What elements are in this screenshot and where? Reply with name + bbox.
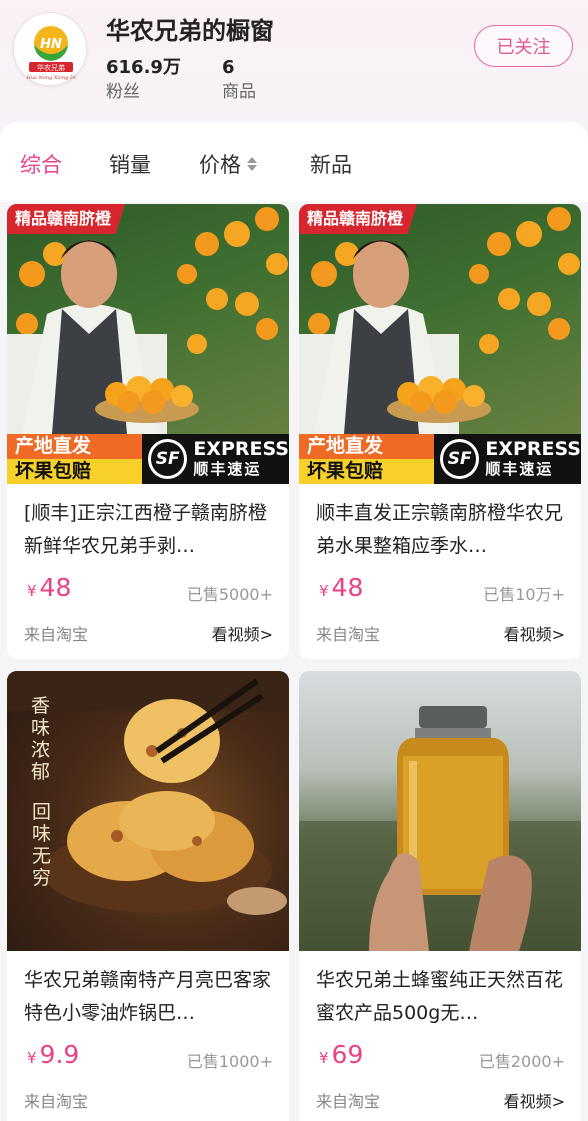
tab-sales-label: 销量 <box>109 153 151 177</box>
product-source: 来自淘宝 <box>316 1092 381 1111</box>
tab-price-label: 价格 <box>199 153 241 177</box>
origin-direct-label: 产地直发 <box>299 434 434 459</box>
sort-tabs: 综合 销量 价格 新品 <box>0 122 588 202</box>
product-image: 精品赣南脐橙 产地直发 坏果包赔 SF EXPRESS 顺丰速运 <box>7 204 289 484</box>
tab-price[interactable]: 价格 <box>199 149 257 179</box>
fans-label: 粉丝 <box>106 82 140 102</box>
sf-express-banner: SF EXPRESS 顺丰速运 <box>434 434 581 484</box>
follow-button[interactable]: 已关注 <box>474 25 573 67</box>
products-panel: 综合 销量 价格 新品 精品赣南脐橙 产地直发 坏果包赔 SF EXPRESS … <box>0 122 588 1121</box>
product-badge: 精品赣南脐橙 <box>299 204 418 234</box>
price-amount: 69 <box>331 1040 364 1069</box>
product-card[interactable]: 华农兄弟土蜂蜜纯正天然百花蜜农产品500g无… ¥69 已售2000+ 来自淘宝… <box>299 671 581 1121</box>
currency-symbol: ¥ <box>319 582 329 600</box>
watch-video-link[interactable]: 看视频> <box>212 621 273 645</box>
product-title: 华农兄弟土蜂蜜纯正天然百花蜜农产品500g无… <box>316 969 564 1024</box>
tab-comprehensive[interactable]: 综合 <box>20 149 62 179</box>
goods-stat: 6 商品 <box>222 57 256 105</box>
damage-refund-label: 坏果包赔 <box>7 459 142 484</box>
product-price: ¥9.9 <box>27 1040 79 1069</box>
product-card[interactable]: 香味浓郁 回味无穷 华农兄弟赣南特产月亮巴客家特色小零油炸锅巴… ¥9.9 已售… <box>7 671 289 1121</box>
hnxd-logo-icon: HN 华农兄弟 Hua Nong Xiong Di <box>18 17 84 83</box>
honey-jar-photo <box>299 706 581 951</box>
product-price: ¥48 <box>319 573 363 602</box>
image-slogan-1: 香味浓郁 <box>31 695 51 783</box>
sold-count: 已售2000+ <box>478 1052 565 1071</box>
product-price: ¥48 <box>27 573 71 602</box>
svg-text:HN: HN <box>40 37 62 52</box>
sf-express-text: EXPRESS <box>193 438 289 460</box>
svg-text:华农兄弟: 华农兄弟 <box>37 63 65 72</box>
product-image: 香味浓郁 回味无穷 <box>7 671 289 951</box>
store-logo[interactable]: HN 华农兄弟 Hua Nong Xiong Di <box>13 12 87 86</box>
origin-direct-label: 产地直发 <box>7 434 142 459</box>
product-source: 来自淘宝 <box>24 1092 89 1111</box>
store-header: HN 华农兄弟 Hua Nong Xiong Di 华农兄弟的橱窗 616.9万… <box>0 0 588 120</box>
origin-banner: 产地直发 坏果包赔 <box>7 434 142 484</box>
image-slogan-2: 回味无穷 <box>32 801 52 889</box>
product-card[interactable]: 精品赣南脐橙 产地直发 坏果包赔 SF EXPRESS 顺丰速运 顺丰直发正宗赣… <box>299 204 581 659</box>
product-image: 精品赣南脐橙 产地直发 坏果包赔 SF EXPRESS 顺丰速运 <box>299 204 581 484</box>
product-card[interactable]: 精品赣南脐橙 产地直发 坏果包赔 SF EXPRESS 顺丰速运 [顺丰]正宗江… <box>7 204 289 659</box>
store-name: 华农兄弟的橱窗 <box>106 17 274 45</box>
watch-video-link[interactable]: 看视频> <box>504 1088 565 1112</box>
fans-count: 616.9万 <box>106 57 181 78</box>
origin-banner: 产地直发 坏果包赔 <box>299 434 434 484</box>
product-source: 来自淘宝 <box>316 625 381 644</box>
watch-video-link[interactable]: 看视频> <box>504 621 565 645</box>
sf-express-text: EXPRESS <box>485 438 581 460</box>
currency-symbol: ¥ <box>27 1049 37 1067</box>
product-image <box>299 671 581 951</box>
damage-refund-label: 坏果包赔 <box>299 459 434 484</box>
sort-arrows-icon <box>247 157 257 171</box>
product-price: ¥69 <box>319 1040 363 1069</box>
price-amount: 48 <box>39 573 72 602</box>
product-title: 华农兄弟赣南特产月亮巴客家特色小零油炸锅巴… <box>24 969 272 1024</box>
price-amount: 9.9 <box>39 1040 80 1069</box>
goods-count: 6 <box>222 57 235 78</box>
tab-new-label: 新品 <box>310 153 352 177</box>
sf-cn-text: 顺丰速运 <box>193 460 262 478</box>
tab-comprehensive-label: 综合 <box>20 153 62 177</box>
goods-label: 商品 <box>222 82 256 102</box>
sold-count: 已售5000+ <box>186 585 273 604</box>
product-title: 顺丰直发正宗赣南脐橙华农兄弟水果整箱应季水… <box>316 502 564 557</box>
currency-symbol: ¥ <box>319 1049 329 1067</box>
tab-sales[interactable]: 销量 <box>109 149 151 179</box>
svg-text:Hua Nong Xiong Di: Hua Nong Xiong Di <box>25 75 76 81</box>
sf-express-banner: SF EXPRESS 顺丰速运 <box>142 434 289 484</box>
sold-count: 已售1000+ <box>186 1052 273 1071</box>
currency-symbol: ¥ <box>27 582 37 600</box>
tab-new[interactable]: 新品 <box>310 149 352 179</box>
sf-express-icon: SF <box>148 439 188 479</box>
price-amount: 48 <box>331 573 364 602</box>
sf-express-icon: SF <box>440 439 480 479</box>
product-badge: 精品赣南脐橙 <box>7 204 126 234</box>
fans-stat: 616.9万 粉丝 <box>106 57 181 105</box>
sf-cn-text: 顺丰速运 <box>485 460 554 478</box>
product-title: [顺丰]正宗江西橙子赣南脐橙新鲜华农兄弟手剥… <box>24 502 267 557</box>
sold-count: 已售10万+ <box>483 585 565 604</box>
product-source: 来自淘宝 <box>24 625 89 644</box>
